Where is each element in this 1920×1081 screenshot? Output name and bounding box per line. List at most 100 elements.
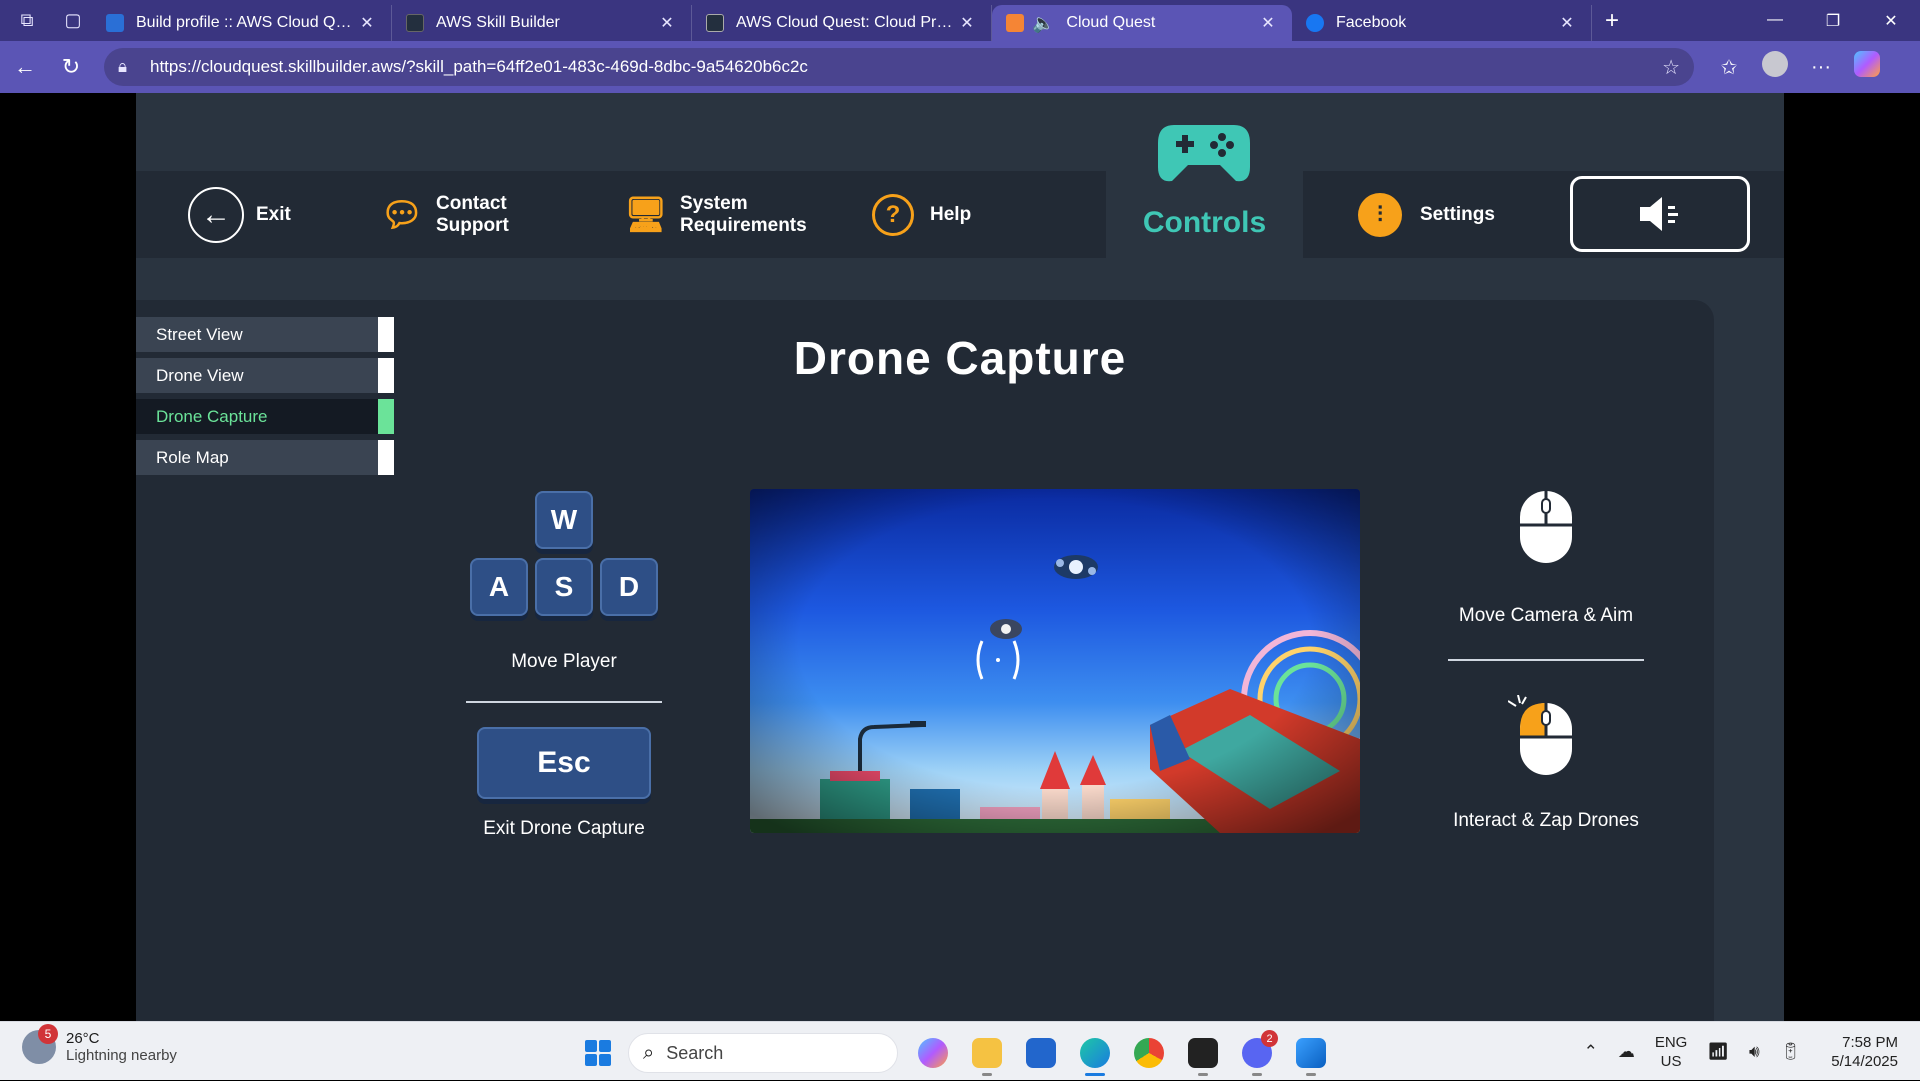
onedrive-offline-icon[interactable]: ☁︎	[1618, 1042, 1635, 1062]
address-bar: ← ↻ 🔒︎ https://cloudquest.skillbuilder.a…	[0, 41, 1920, 93]
mouse-icon	[1520, 491, 1572, 563]
tab-title: AWS Skill Builder	[436, 14, 560, 31]
page-title-text: Drone Capture	[793, 332, 1127, 384]
favorites-icon[interactable]: ✩	[1706, 55, 1752, 80]
wifi-icon[interactable]: 📶︎	[1707, 1042, 1729, 1062]
tab-cloud-quest[interactable]: 🔈 Cloud Quest ✕	[992, 5, 1292, 41]
windows-taskbar: 5 26°C Lightning nearby ⌕ Search 2 ⌃ ☁︎ …	[0, 1021, 1920, 1080]
discord-badge: 2	[1261, 1030, 1278, 1047]
sound-toggle-button[interactable]	[1570, 176, 1750, 252]
exit-drone-capture-caption: Exit Drone Capture	[483, 818, 645, 839]
key-a: A	[470, 558, 528, 616]
sidebar-item-drone-capture[interactable]: Drone Capture	[136, 399, 394, 434]
taskbar-search[interactable]: ⌕ Search	[628, 1033, 898, 1073]
close-tab-icon[interactable]: ✕	[657, 13, 677, 33]
click-spark-icon	[1508, 695, 1527, 707]
contact-support-button[interactable]: 💬︎ Contact Support	[380, 171, 509, 258]
search-icon: ⌕	[643, 1041, 655, 1064]
exit-label: Exit	[256, 203, 291, 225]
help-label: Help	[930, 203, 972, 225]
language-indicator[interactable]: ENG US	[1655, 1033, 1688, 1071]
restore-icon[interactable]: ❐	[1804, 11, 1862, 31]
settings-sliders-icon: ⫶	[1358, 192, 1402, 237]
favorite-star-icon[interactable]: ☆	[1662, 55, 1680, 80]
mouse-outline	[1520, 491, 1572, 527]
windows-start-icon[interactable]	[578, 1033, 618, 1073]
key-esc: Esc	[477, 727, 651, 799]
drone-capture-preview-image	[750, 489, 1360, 833]
tab-title: AWS Cloud Quest: Cloud Practitio	[736, 14, 957, 31]
chrome-icon[interactable]	[1126, 1030, 1172, 1076]
exit-button[interactable]: ← Exit	[188, 171, 291, 258]
speaker-icon[interactable]: 🔈	[1032, 13, 1054, 34]
system-requirements-button[interactable]: 🖥︎ System Requirements	[624, 171, 806, 258]
page-title: Drone Capture	[136, 331, 1784, 385]
help-button[interactable]: ? Help	[872, 171, 971, 258]
close-tab-icon[interactable]: ✕	[357, 13, 377, 33]
more-options-icon[interactable]: ···	[1798, 56, 1844, 79]
photos-app-icon[interactable]	[1288, 1030, 1334, 1076]
aws-favicon-icon	[706, 14, 724, 32]
system-tray: ⌃ ☁︎ ENG US 📶︎ 🔊︎ 🔋︎ 7:58 PM 5/14/2025	[1574, 1022, 1920, 1081]
sysreq-label-line1: System	[680, 192, 748, 214]
settings-label: Settings	[1420, 203, 1495, 225]
cloud-quest-favicon-icon	[1006, 14, 1024, 32]
region-code: US	[1660, 1052, 1682, 1070]
microsoft-store-icon[interactable]	[1018, 1030, 1064, 1076]
key-s: S	[535, 558, 593, 616]
key-w: W	[535, 491, 593, 549]
lock-icon[interactable]: 🔒︎	[118, 57, 140, 77]
close-window-icon[interactable]: ✕	[1862, 11, 1920, 31]
speaker-icon	[1640, 197, 1678, 231]
close-tab-icon[interactable]: ✕	[957, 13, 977, 33]
contact-label-line1: Contact	[436, 192, 507, 214]
taskbar-apps: ⌕ Search 2	[578, 1030, 1338, 1076]
volume-icon[interactable]: 🔊︎	[1749, 1042, 1760, 1062]
tab-build-profile[interactable]: Build profile :: AWS Cloud Quest: C ✕	[92, 5, 392, 41]
tab-aws-skill-builder[interactable]: AWS Skill Builder ✕	[392, 5, 692, 41]
battery-icon[interactable]: 🔋︎	[1780, 1042, 1802, 1062]
interact-zap-caption: Interact & Zap Drones	[1453, 810, 1639, 831]
github-icon[interactable]	[1180, 1030, 1226, 1076]
clock-time: 7:58 PM	[1842, 1033, 1898, 1051]
aws-favicon-icon	[406, 14, 424, 32]
search-placeholder: Search	[666, 1042, 724, 1063]
sidebar-item-label: Role Map	[156, 447, 229, 467]
move-player-caption: Move Player	[511, 651, 617, 672]
aws-favicon-icon	[106, 14, 124, 32]
close-tab-icon[interactable]: ✕	[1557, 13, 1577, 33]
clock[interactable]: 7:58 PM 5/14/2025	[1831, 1033, 1898, 1071]
tab-title: Facebook	[1336, 14, 1407, 31]
url-text: https://cloudquest.skillbuilder.aws/?ski…	[150, 57, 808, 76]
settings-button[interactable]: ⫶ Settings	[1358, 171, 1495, 258]
contact-label-line2: Support	[436, 214, 509, 236]
game-canvas: ← Exit 💬︎ Contact Support 🖥︎ System Requ…	[136, 93, 1784, 1021]
tab-actions-icon[interactable]: ▢	[54, 6, 92, 36]
weather-description: Lightning nearby	[66, 1047, 177, 1064]
minimize-icon[interactable]: —	[1746, 11, 1804, 31]
chevron-up-icon[interactable]: ⌃	[1584, 1042, 1598, 1062]
help-question-icon: ?	[872, 193, 914, 236]
sidebar-item-label: Drone Capture	[156, 406, 268, 426]
move-camera-aim-caption: Move Camera & Aim	[1458, 605, 1634, 626]
weather-widget[interactable]: 5 26°C Lightning nearby	[22, 1024, 177, 1064]
tab-facebook[interactable]: Facebook ✕	[1292, 5, 1592, 41]
back-arrow-icon[interactable]: ←	[2, 47, 48, 87]
drone-scene-illustration	[750, 489, 1360, 833]
tab-cloud-practitioner[interactable]: AWS Cloud Quest: Cloud Practitio ✕	[692, 5, 992, 41]
profile-avatar[interactable]	[1752, 51, 1798, 83]
top-menu-bar: ← Exit 💬︎ Contact Support 🖥︎ System Requ…	[136, 171, 1784, 258]
new-tab-button[interactable]: +	[1592, 7, 1632, 35]
discord-icon[interactable]: 2	[1234, 1030, 1280, 1076]
copilot-icon[interactable]	[1844, 51, 1890, 83]
url-field[interactable]: 🔒︎ https://cloudquest.skillbuilder.aws/?…	[104, 48, 1694, 86]
file-explorer-icon[interactable]	[964, 1030, 1010, 1076]
edge-browser-icon[interactable]	[1072, 1030, 1118, 1076]
reload-icon[interactable]: ↻	[48, 47, 94, 87]
workspaces-icon[interactable]: ⧉	[8, 6, 46, 36]
sidebar-item-role-map[interactable]: Role Map	[136, 440, 394, 475]
key-d: D	[600, 558, 658, 616]
close-tab-icon[interactable]: ✕	[1258, 13, 1278, 33]
back-arrow-icon: ←	[188, 186, 244, 243]
copilot-app-icon[interactable]	[910, 1030, 956, 1076]
